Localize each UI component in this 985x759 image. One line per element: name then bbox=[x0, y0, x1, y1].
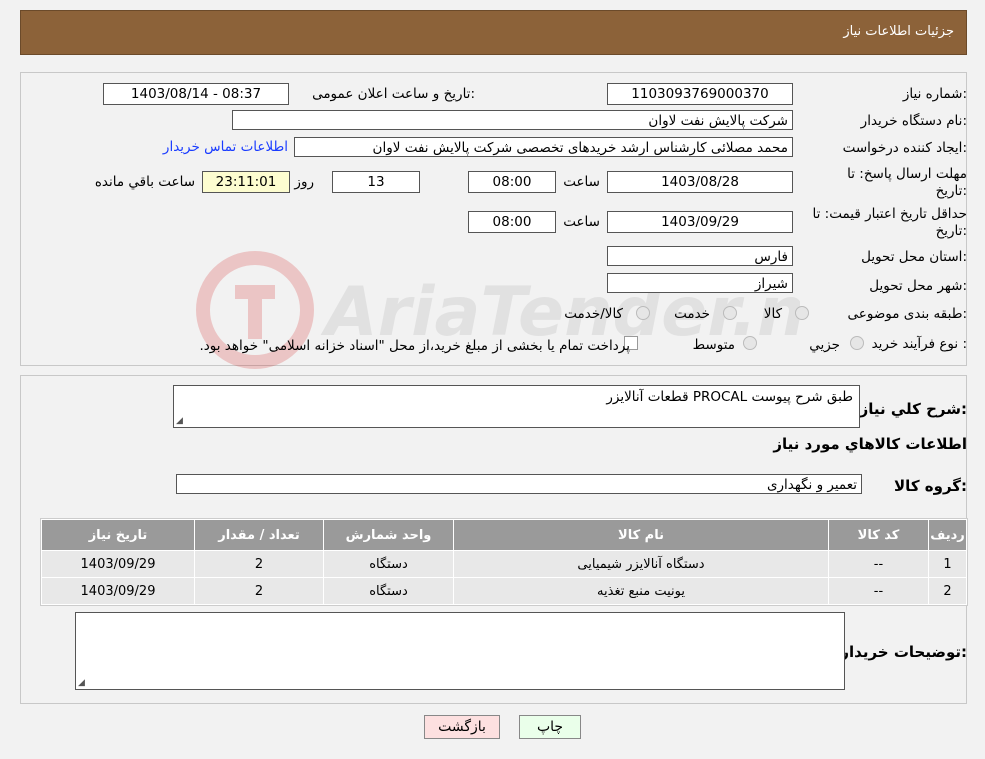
col-unit: واحد شمارش bbox=[324, 520, 453, 550]
buyer-notes-field[interactable]: ◢ bbox=[75, 612, 845, 690]
buyer-org-label: نام دستگاه خریدار: bbox=[860, 113, 967, 129]
days-field: 13 bbox=[332, 171, 420, 193]
remaining-time-field: 23:11:01 bbox=[202, 171, 290, 193]
province-field: فارس bbox=[607, 246, 793, 266]
desc-label: شرح کلي نياز: bbox=[859, 400, 967, 418]
table-row: 2 -- یونیت منبع تغذیه دستگاه 2 1403/09/2… bbox=[42, 578, 966, 604]
col-name: نام کالا bbox=[454, 520, 828, 550]
category-label: طبقه بندی موضوعی: bbox=[847, 306, 967, 322]
need-number-label: شماره نیاز: bbox=[902, 86, 967, 102]
process-radio-minor[interactable] bbox=[850, 336, 864, 350]
category-option-service: خدمت bbox=[674, 306, 710, 322]
province-label: استان محل تحویل: bbox=[861, 249, 967, 265]
cell-row: 1 bbox=[929, 551, 966, 577]
col-code: کد کالا bbox=[829, 520, 928, 550]
process-option-minor: جزیي bbox=[809, 337, 840, 353]
cell-name: دستگاه آنالایزر شیمیایی bbox=[454, 551, 828, 577]
page-title: جزئیات اطلاعات نیاز bbox=[843, 24, 954, 39]
buyer-org-field: شرکت پالایش نفت لاوان bbox=[232, 110, 793, 130]
category-radio-both[interactable] bbox=[636, 306, 650, 320]
validity-label-text: حداقل تاریخ اعتبار قیمت: تا تاریخ: bbox=[812, 206, 967, 239]
table-row: 1 -- دستگاه آنالایزر شیمیایی دستگاه 2 14… bbox=[42, 551, 966, 577]
process-note: پرداخت تمام یا بخشی از مبلغ خرید،از محل … bbox=[199, 338, 630, 354]
print-button[interactable]: چاپ bbox=[519, 715, 581, 739]
deadline-date-field: 1403/08/28 bbox=[607, 171, 793, 193]
table-header-row: رديف کد کالا نام کالا واحد شمارش تعداد /… bbox=[42, 520, 966, 550]
process-option-medium: متوسط bbox=[692, 337, 735, 353]
creator-label: ایجاد کننده درخواست: bbox=[842, 140, 967, 156]
city-field: شیراز bbox=[607, 273, 793, 293]
validity-date-field: 1403/09/29 bbox=[607, 211, 793, 233]
col-qty: تعداد / مقدار bbox=[195, 520, 323, 550]
col-date: تاریخ نیاز bbox=[42, 520, 194, 550]
city-label: شهر محل تحویل: bbox=[869, 278, 967, 294]
remaining-label: ساعت باقي مانده bbox=[94, 174, 195, 190]
category-radio-service[interactable] bbox=[723, 306, 737, 320]
validity-time-field: 08:00 bbox=[468, 211, 556, 233]
process-label: نوع فرآیند خرید : bbox=[871, 336, 967, 352]
category-option-goods: کالا bbox=[763, 306, 782, 322]
cell-code: -- bbox=[829, 578, 928, 604]
validity-label: حداقل تاریخ اعتبار قیمت: تا تاریخ: bbox=[797, 206, 967, 240]
creator-field: محمد مصلائی کارشناس ارشد خریدهای تخصصی ش… bbox=[294, 137, 793, 157]
resize-grip-icon[interactable]: ◢ bbox=[176, 416, 183, 426]
goods-section-title: اطلاعات کالاهاي مورد نياز bbox=[773, 435, 967, 453]
group-label: گروه کالا: bbox=[894, 477, 967, 495]
deadline-time-field: 08:00 bbox=[468, 171, 556, 193]
desc-value: قطعات آنالایزر PROCAL طبق شرح پیوست bbox=[606, 389, 853, 405]
deadline-label-text: مهلت ارسال پاسخ: تا تاریخ: bbox=[847, 166, 967, 199]
deadline-label: مهلت ارسال پاسخ: تا تاریخ: bbox=[837, 166, 967, 200]
cell-unit: دستگاه bbox=[324, 551, 453, 577]
goods-table: رديف کد کالا نام کالا واحد شمارش تعداد /… bbox=[40, 518, 968, 606]
desc-field: قطعات آنالایزر PROCAL طبق شرح پیوست ◢ bbox=[173, 385, 860, 428]
buyer-contact-link[interactable]: اطلاعات تماس خریدار bbox=[163, 139, 288, 155]
cell-row: 2 bbox=[929, 578, 966, 604]
announce-label: تاریخ و ساعت اعلان عمومی: bbox=[312, 86, 475, 102]
deadline-time-label: ساعت bbox=[563, 174, 600, 190]
resize-grip-icon[interactable]: ◢ bbox=[78, 678, 85, 688]
announce-field: 1403/08/14 - 08:37 bbox=[103, 83, 289, 105]
buyer-notes-label: توضیحات خریدار: bbox=[840, 643, 967, 661]
category-radio-goods[interactable] bbox=[795, 306, 809, 320]
back-button[interactable]: بازگشت bbox=[424, 715, 500, 739]
validity-time-label: ساعت bbox=[563, 214, 600, 230]
need-number-field: 1103093769000370 bbox=[607, 83, 793, 105]
process-radio-medium[interactable] bbox=[743, 336, 757, 350]
category-option-both: کالا/خدمت bbox=[564, 306, 623, 322]
cell-date: 1403/09/29 bbox=[42, 551, 194, 577]
cell-name: یونیت منبع تغذیه bbox=[454, 578, 828, 604]
group-field: تعمیر و نگهداری bbox=[176, 474, 862, 494]
page-header: جزئیات اطلاعات نیاز bbox=[20, 10, 967, 55]
cell-qty: 2 bbox=[195, 578, 323, 604]
col-row: رديف bbox=[929, 520, 966, 550]
cell-qty: 2 bbox=[195, 551, 323, 577]
cell-date: 1403/09/29 bbox=[42, 578, 194, 604]
cell-code: -- bbox=[829, 551, 928, 577]
cell-unit: دستگاه bbox=[324, 578, 453, 604]
